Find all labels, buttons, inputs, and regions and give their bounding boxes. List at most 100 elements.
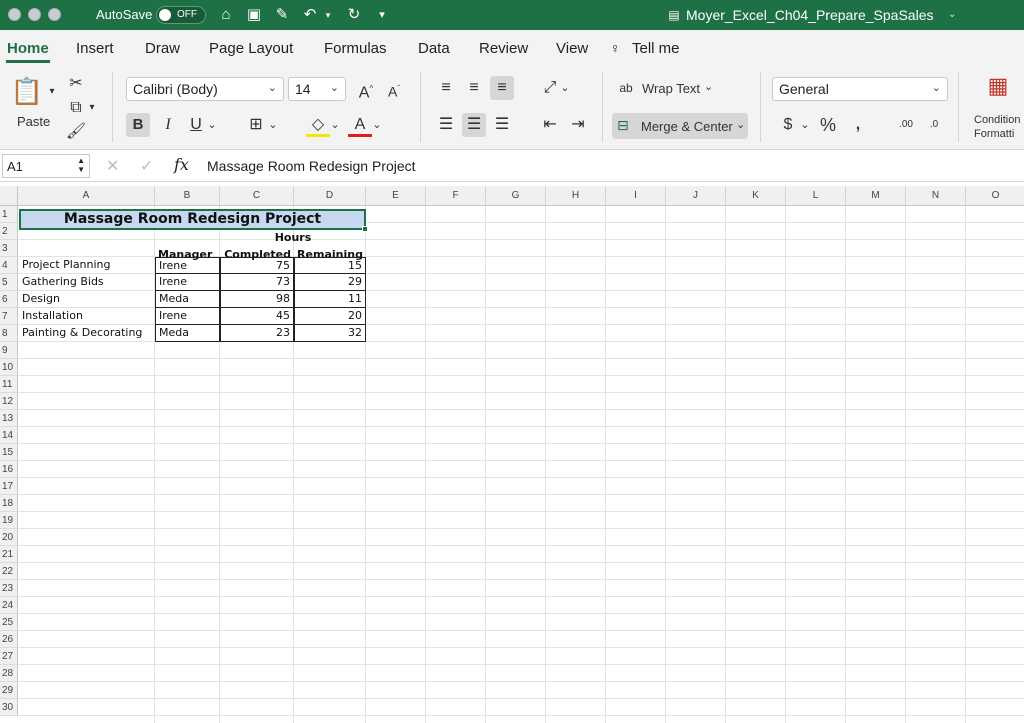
tab-page-layout[interactable]: Page Layout: [209, 40, 293, 57]
insert-function-icon[interactable]: fx: [174, 155, 189, 174]
save-icon[interactable]: ▣: [244, 6, 264, 24]
enter-icon[interactable]: ✓: [140, 156, 153, 176]
row-header-8[interactable]: 8: [0, 325, 18, 342]
conditional-formatting-icon[interactable]: ▦: [982, 74, 1014, 104]
column-header-l[interactable]: L: [786, 186, 846, 206]
font-name-select[interactable]: Calibri (Body) ⌄: [126, 77, 284, 101]
row-header-3[interactable]: 3: [0, 240, 18, 257]
row-header-13[interactable]: 13: [0, 410, 18, 427]
format-painter-icon[interactable]: 🖌: [64, 120, 88, 144]
remaining-cell[interactable]: 15: [294, 257, 366, 274]
column-header-o[interactable]: O: [966, 186, 1024, 206]
row-header-25[interactable]: 25: [0, 614, 18, 631]
align-bottom-icon[interactable]: ≡: [490, 76, 514, 100]
increase-font-size-icon[interactable]: A^: [354, 77, 378, 101]
paste-label[interactable]: Paste: [17, 114, 50, 129]
column-header-g[interactable]: G: [486, 186, 546, 206]
remaining-cell[interactable]: 20: [294, 308, 366, 325]
row-header-22[interactable]: 22: [0, 563, 18, 580]
column-header-j[interactable]: J: [666, 186, 726, 206]
fill-color-icon[interactable]: ◇: [306, 113, 330, 137]
borders-icon[interactable]: ⊞: [244, 113, 268, 137]
merged-title-cell[interactable]: Massage Room Redesign Project: [19, 209, 368, 232]
row-header-30[interactable]: 30: [0, 699, 18, 716]
home-icon[interactable]: ⌂: [216, 6, 236, 24]
orientation-dropdown-icon[interactable]: ⌄: [558, 76, 572, 100]
manager-cell[interactable]: Irene: [155, 274, 220, 291]
increase-indent-icon[interactable]: ⇥: [566, 113, 590, 137]
completed-cell[interactable]: 45: [220, 308, 294, 325]
row-header-19[interactable]: 19: [0, 512, 18, 529]
close-window-button[interactable]: [8, 8, 21, 21]
align-top-icon[interactable]: ≡: [434, 76, 458, 100]
increase-decimal-icon[interactable]: .00: [894, 113, 918, 137]
tab-tell-me[interactable]: Tell me: [632, 40, 680, 57]
wrap-text-icon[interactable]: ab: [614, 76, 638, 100]
manager-cell[interactable]: Irene: [155, 308, 220, 325]
row-header-2[interactable]: 2: [0, 223, 18, 240]
column-header-k[interactable]: K: [726, 186, 786, 206]
borders-dropdown-icon[interactable]: ⌄: [266, 113, 280, 137]
tab-data[interactable]: Data: [418, 40, 450, 57]
currency-icon[interactable]: $: [776, 113, 800, 137]
row-header-1[interactable]: 1: [0, 206, 18, 223]
completed-cell[interactable]: 75: [220, 257, 294, 274]
row-header-11[interactable]: 11: [0, 376, 18, 393]
remaining-cell[interactable]: 29: [294, 274, 366, 291]
row-header-28[interactable]: 28: [0, 665, 18, 682]
row-header-6[interactable]: 6: [0, 291, 18, 308]
column-header-f[interactable]: F: [426, 186, 486, 206]
edit-icon[interactable]: ✎: [272, 6, 292, 24]
row-header-5[interactable]: 5: [0, 274, 18, 291]
column-header-d[interactable]: D: [294, 186, 366, 206]
cancel-icon[interactable]: ✕: [106, 156, 119, 176]
currency-dropdown-icon[interactable]: ⌄: [798, 113, 812, 137]
font-color-icon[interactable]: A: [348, 113, 372, 137]
row-header-23[interactable]: 23: [0, 580, 18, 597]
column-header-h[interactable]: H: [546, 186, 606, 206]
row-header-17[interactable]: 17: [0, 478, 18, 495]
select-all-corner[interactable]: [0, 186, 18, 206]
conditional-formatting-label-2[interactable]: Formatti: [974, 128, 1014, 140]
undo-dropdown-icon[interactable]: ▾: [318, 6, 338, 24]
tab-insert[interactable]: Insert: [76, 40, 114, 57]
number-format-select[interactable]: General ⌄: [772, 77, 948, 101]
wrap-text-button[interactable]: Wrap Text: [642, 81, 700, 96]
row-header-29[interactable]: 29: [0, 682, 18, 699]
paste-dropdown-icon[interactable]: ▾: [46, 80, 58, 104]
fill-color-dropdown-icon[interactable]: ⌄: [328, 113, 342, 137]
column-header-n[interactable]: N: [906, 186, 966, 206]
task-name-cell[interactable]: Installation: [19, 308, 155, 325]
align-middle-icon[interactable]: ≡: [462, 76, 486, 100]
row-header-27[interactable]: 27: [0, 648, 18, 665]
task-name-cell[interactable]: Design: [19, 291, 155, 308]
row-header-4[interactable]: 4: [0, 257, 18, 274]
column-header-b[interactable]: B: [155, 186, 220, 206]
decrease-indent-icon[interactable]: ⇤: [538, 113, 562, 137]
document-title[interactable]: Moyer_Excel_Ch04_Prepare_SpaSales: [686, 7, 933, 23]
decrease-decimal-icon[interactable]: .0: [922, 113, 946, 137]
formula-input[interactable]: Massage Room Redesign Project: [207, 158, 416, 174]
row-header-21[interactable]: 21: [0, 546, 18, 563]
redo-icon[interactable]: ↻: [344, 6, 364, 24]
align-right-icon[interactable]: ☰: [490, 113, 514, 137]
row-header-26[interactable]: 26: [0, 631, 18, 648]
column-header-a[interactable]: A: [18, 186, 155, 206]
cut-icon[interactable]: ✂: [64, 72, 88, 96]
row-header-15[interactable]: 15: [0, 444, 18, 461]
bold-button[interactable]: B: [126, 113, 150, 137]
name-box-stepper-icon[interactable]: ▲ ▼: [77, 156, 85, 174]
italic-button[interactable]: I: [156, 113, 180, 137]
paste-icon[interactable]: 📋: [10, 74, 44, 108]
tab-view[interactable]: View: [556, 40, 588, 57]
copy-dropdown-icon[interactable]: ▾: [86, 96, 98, 120]
font-size-select[interactable]: 14 ⌄: [288, 77, 346, 101]
task-name-cell[interactable]: Gathering Bids: [19, 274, 155, 291]
remaining-cell[interactable]: 32: [294, 325, 366, 342]
conditional-formatting-label[interactable]: Condition: [974, 114, 1020, 126]
completed-cell[interactable]: 98: [220, 291, 294, 308]
row-header-24[interactable]: 24: [0, 597, 18, 614]
minimize-window-button[interactable]: [28, 8, 41, 21]
undo-icon[interactable]: ↶: [300, 6, 320, 24]
row-header-7[interactable]: 7: [0, 308, 18, 325]
